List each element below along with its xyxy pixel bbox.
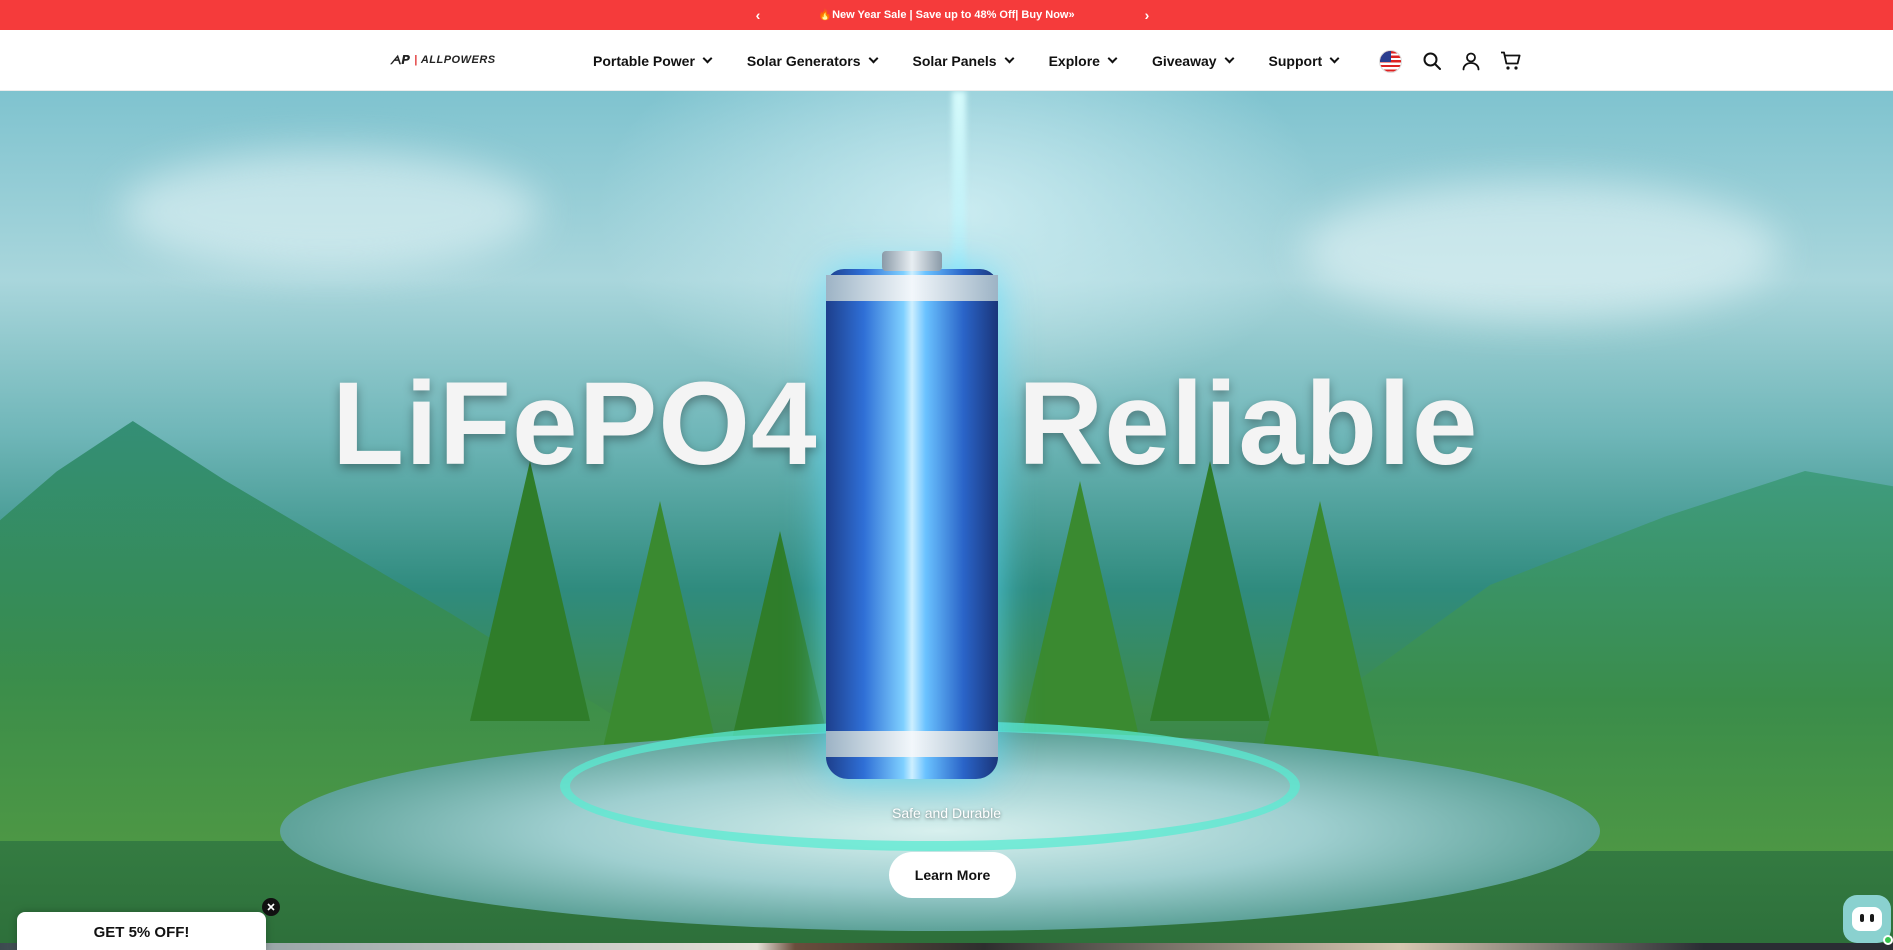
hero-tree bbox=[470, 461, 590, 721]
battery-cap bbox=[882, 251, 942, 271]
nav-item-solar-generators[interactable]: Solar Generators bbox=[746, 52, 878, 69]
chat-bot-face bbox=[1852, 907, 1882, 931]
battery-band bbox=[826, 275, 998, 301]
logo-word: | ALLPOWERS bbox=[414, 54, 496, 66]
chevron-right-icon[interactable]: › bbox=[1135, 0, 1159, 30]
hero-headline-left: LiFePO4 bbox=[332, 358, 818, 490]
chat-bot-icon[interactable] bbox=[1843, 895, 1893, 945]
hero-banner[interactable]: LiFePO4 Reliable bbox=[0, 91, 1893, 950]
hero-cloud bbox=[120, 151, 540, 271]
nav-item-explore[interactable]: Explore bbox=[1048, 52, 1118, 69]
hero-headline-right: Reliable bbox=[1018, 358, 1479, 490]
announcement-bar: ‹ 🔥New Year Sale | Save up to 48% Off| B… bbox=[0, 0, 1893, 30]
chevron-down-icon bbox=[1224, 53, 1234, 64]
main-nav: Portable Power Solar Generators Solar Pa… bbox=[593, 30, 1374, 91]
search-icon[interactable] bbox=[1420, 49, 1444, 73]
account-icon[interactable] bbox=[1459, 49, 1483, 73]
battery-band bbox=[826, 731, 998, 757]
site-header: ᗅP | ALLPOWERS Portable Power Solar Gene… bbox=[0, 30, 1893, 91]
next-section-preview bbox=[0, 943, 1893, 950]
logo-mark: ᗅP bbox=[390, 52, 411, 67]
nav-item-support[interactable]: Support bbox=[1268, 52, 1340, 69]
hero-cloud bbox=[1300, 181, 1780, 321]
hero-subtitle: Safe and Durable bbox=[892, 805, 1001, 821]
chevron-down-icon bbox=[702, 53, 713, 64]
chevron-down-icon bbox=[1107, 53, 1118, 64]
nav-item-label: Portable Power bbox=[593, 52, 695, 69]
nav-item-portable-power[interactable]: Portable Power bbox=[593, 52, 713, 69]
online-status-dot bbox=[1883, 935, 1893, 945]
discount-popup[interactable]: GET 5% OFF! bbox=[17, 912, 266, 950]
hero-lightning bbox=[952, 91, 966, 271]
allpowers-logo[interactable]: ᗅP | ALLPOWERS bbox=[390, 52, 496, 68]
logo-text: ALLPOWERS bbox=[420, 54, 496, 66]
hero-tree bbox=[1150, 461, 1270, 721]
hero-tree bbox=[600, 501, 720, 761]
nav-item-solar-panels[interactable]: Solar Panels bbox=[912, 52, 1015, 69]
logo-separator: | bbox=[414, 54, 418, 66]
chevron-down-icon bbox=[1004, 53, 1015, 64]
us-flag-icon[interactable] bbox=[1378, 49, 1402, 73]
nav-item-label: Support bbox=[1268, 52, 1323, 69]
nav-item-giveaway[interactable]: Giveaway bbox=[1151, 52, 1234, 69]
chevron-down-icon bbox=[1329, 53, 1340, 64]
chevron-down-icon bbox=[868, 53, 878, 64]
cart-icon[interactable] bbox=[1499, 49, 1523, 73]
region-flag bbox=[1378, 49, 1402, 73]
nav-item-label: Giveaway bbox=[1151, 52, 1217, 69]
learn-more-button[interactable]: Learn More bbox=[889, 852, 1016, 898]
hero-tree bbox=[1260, 501, 1380, 761]
flag-canton bbox=[1379, 50, 1391, 62]
hero-tree bbox=[1020, 481, 1140, 741]
close-icon[interactable] bbox=[262, 898, 280, 916]
hero-battery-image bbox=[826, 251, 998, 779]
nav-item-label: Solar Generators bbox=[746, 52, 861, 69]
announcement-message[interactable]: 🔥New Year Sale | Save up to 48% Off| Buy… bbox=[0, 0, 1893, 30]
nav-item-label: Solar Panels bbox=[912, 52, 997, 69]
nav-item-label: Explore bbox=[1048, 52, 1100, 69]
